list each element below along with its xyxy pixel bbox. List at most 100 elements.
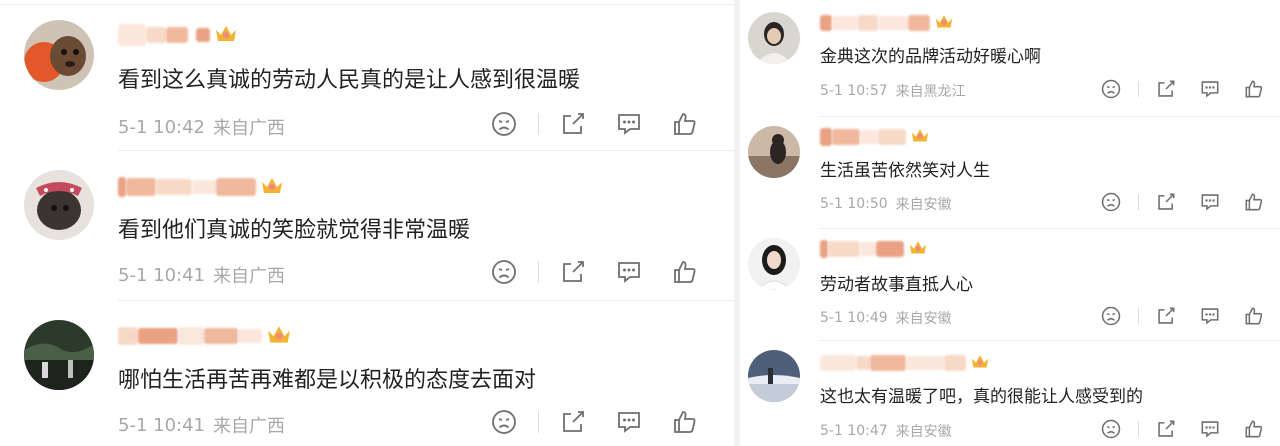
comment-location: 来自安徽 bbox=[895, 197, 952, 213]
username-blurred[interactable] bbox=[820, 12, 954, 34]
comment-meta: 5-1 10:42 来自广西 bbox=[118, 114, 285, 140]
comment-time: 5-1 10:42 bbox=[118, 116, 205, 138]
action-separator bbox=[1138, 421, 1139, 437]
frown-face-icon[interactable] bbox=[488, 108, 520, 140]
frown-face-icon[interactable] bbox=[488, 406, 520, 438]
comment-text: 看到他们真诚的笑脸就觉得非常温暖 bbox=[118, 218, 471, 243]
frown-face-icon[interactable] bbox=[488, 256, 520, 288]
comment-location: 来自广西 bbox=[213, 416, 285, 437]
comment-location: 来自安徽 bbox=[895, 424, 952, 440]
username-blurred[interactable] bbox=[118, 322, 292, 350]
comment-meta: 5-1 10:41 来自广西 bbox=[118, 262, 285, 288]
comment-time: 5-1 10:41 bbox=[118, 414, 205, 436]
comment-location: 来自安徽 bbox=[895, 311, 952, 327]
comment-icon[interactable] bbox=[613, 256, 645, 288]
comment-item: 劳动者故事直抵人心 5-1 10:49 来自安徽 bbox=[740, 228, 1280, 340]
comment-item: 生活虽苦依然笑对人生 5-1 10:50 来自安徽 bbox=[740, 116, 1280, 228]
avatar[interactable] bbox=[748, 126, 800, 178]
action-separator bbox=[1138, 81, 1139, 97]
comment-item: 看到他们真诚的笑脸就觉得非常温暖 5-1 10:41 来自广西 bbox=[0, 150, 734, 300]
avatar[interactable] bbox=[748, 238, 800, 290]
comment-time: 5-1 10:57 bbox=[820, 83, 888, 99]
crown-badge-icon bbox=[260, 174, 284, 200]
share-icon[interactable] bbox=[1153, 416, 1179, 442]
avatar[interactable] bbox=[748, 12, 800, 64]
username-blurred[interactable] bbox=[118, 22, 238, 48]
comment-icon[interactable] bbox=[1197, 416, 1223, 442]
username-blurred[interactable] bbox=[820, 238, 928, 260]
share-icon[interactable] bbox=[1153, 76, 1179, 102]
crown-badge-icon bbox=[266, 322, 292, 350]
comment-item: 这也太有温暖了吧，真的很能让人感受到的 5-1 10:47 来自安徽 bbox=[740, 340, 1280, 446]
comment-item: 金典这次的品牌活动好暖心啊 5-1 10:57 来自黑龙江 bbox=[740, 0, 1280, 116]
thumbs-up-icon[interactable] bbox=[669, 256, 701, 288]
username-blurred[interactable] bbox=[820, 352, 990, 374]
comment-location: 来自黑龙江 bbox=[895, 84, 966, 100]
thumbs-up-icon[interactable] bbox=[1241, 189, 1267, 215]
comment-meta: 5-1 10:47 来自安徽 bbox=[820, 421, 952, 441]
thumbs-up-icon[interactable] bbox=[1241, 303, 1267, 329]
avatar[interactable] bbox=[24, 170, 94, 240]
comment-icon[interactable] bbox=[1197, 189, 1223, 215]
comment-panel-right: 金典这次的品牌活动好暖心啊 5-1 10:57 来自黑龙江 生活虽苦依然笑对人生… bbox=[740, 0, 1280, 446]
comment-text: 看到这么真诚的劳动人民真的是让人感到很温暖 bbox=[118, 68, 581, 93]
comment-text: 哪怕生活再苦再难都是以积极的态度去面对 bbox=[118, 368, 537, 393]
frown-face-icon[interactable] bbox=[1098, 189, 1124, 215]
frown-face-icon[interactable] bbox=[1098, 76, 1124, 102]
crown-badge-icon bbox=[910, 126, 930, 148]
comment-text: 生活虽苦依然笑对人生 bbox=[820, 161, 990, 181]
avatar[interactable] bbox=[748, 350, 800, 402]
comment-location: 来自广西 bbox=[213, 266, 285, 287]
crown-badge-icon bbox=[934, 12, 954, 34]
action-bar bbox=[488, 256, 701, 288]
thumbs-up-icon[interactable] bbox=[1241, 76, 1267, 102]
share-icon[interactable] bbox=[557, 108, 589, 140]
frown-face-icon[interactable] bbox=[1098, 303, 1124, 329]
comment-time: 5-1 10:47 bbox=[820, 423, 888, 439]
action-separator bbox=[1138, 194, 1139, 210]
share-icon[interactable] bbox=[1153, 303, 1179, 329]
action-separator bbox=[1138, 308, 1139, 324]
comment-item: 哪怕生活再苦再难都是以积极的态度去面对 5-1 10:41 来自广西 bbox=[0, 300, 734, 446]
action-separator bbox=[538, 411, 539, 433]
comment-time: 5-1 10:49 bbox=[820, 310, 888, 326]
comment-icon[interactable] bbox=[1197, 76, 1223, 102]
share-icon[interactable] bbox=[557, 256, 589, 288]
thumbs-up-icon[interactable] bbox=[669, 108, 701, 140]
crown-badge-icon bbox=[908, 238, 928, 260]
comment-icon[interactable] bbox=[1197, 303, 1223, 329]
frown-face-icon[interactable] bbox=[1098, 416, 1124, 442]
avatar[interactable] bbox=[24, 320, 94, 390]
comment-meta: 5-1 10:50 来自安徽 bbox=[820, 194, 952, 214]
username-blurred[interactable] bbox=[820, 126, 930, 148]
action-bar bbox=[488, 108, 701, 140]
crown-badge-icon bbox=[970, 352, 990, 374]
comment-meta: 5-1 10:49 来自安徽 bbox=[820, 308, 952, 328]
comment-text: 金典这次的品牌活动好暖心啊 bbox=[820, 47, 1041, 67]
share-icon[interactable] bbox=[557, 406, 589, 438]
username-blurred[interactable] bbox=[118, 174, 284, 200]
screenshot-root: 看到这么真诚的劳动人民真的是让人感到很温暖 5-1 10:42 来自广西 看到他… bbox=[0, 0, 1280, 446]
action-bar bbox=[488, 406, 701, 438]
comment-time: 5-1 10:41 bbox=[118, 264, 205, 286]
comment-location: 来自广西 bbox=[213, 118, 285, 139]
comment-time: 5-1 10:50 bbox=[820, 196, 888, 212]
comment-meta: 5-1 10:41 来自广西 bbox=[118, 412, 285, 438]
share-icon[interactable] bbox=[1153, 189, 1179, 215]
action-bar bbox=[1098, 189, 1267, 215]
comment-icon[interactable] bbox=[613, 108, 645, 140]
comment-panel-left: 看到这么真诚的劳动人民真的是让人感到很温暖 5-1 10:42 来自广西 看到他… bbox=[0, 0, 734, 446]
crown-badge-icon bbox=[214, 22, 238, 48]
comment-text: 这也太有温暖了吧，真的很能让人感受到的 bbox=[820, 387, 1143, 407]
action-bar bbox=[1098, 76, 1267, 102]
action-separator bbox=[538, 261, 539, 283]
thumbs-up-icon[interactable] bbox=[1241, 416, 1267, 442]
thumbs-up-icon[interactable] bbox=[669, 406, 701, 438]
comment-meta: 5-1 10:57 来自黑龙江 bbox=[820, 81, 966, 101]
action-separator bbox=[538, 113, 539, 135]
comment-text: 劳动者故事直抵人心 bbox=[820, 275, 973, 295]
comment-item: 看到这么真诚的劳动人民真的是让人感到很温暖 5-1 10:42 来自广西 bbox=[0, 0, 734, 150]
action-bar bbox=[1098, 303, 1267, 329]
avatar[interactable] bbox=[24, 20, 94, 90]
comment-icon[interactable] bbox=[613, 406, 645, 438]
